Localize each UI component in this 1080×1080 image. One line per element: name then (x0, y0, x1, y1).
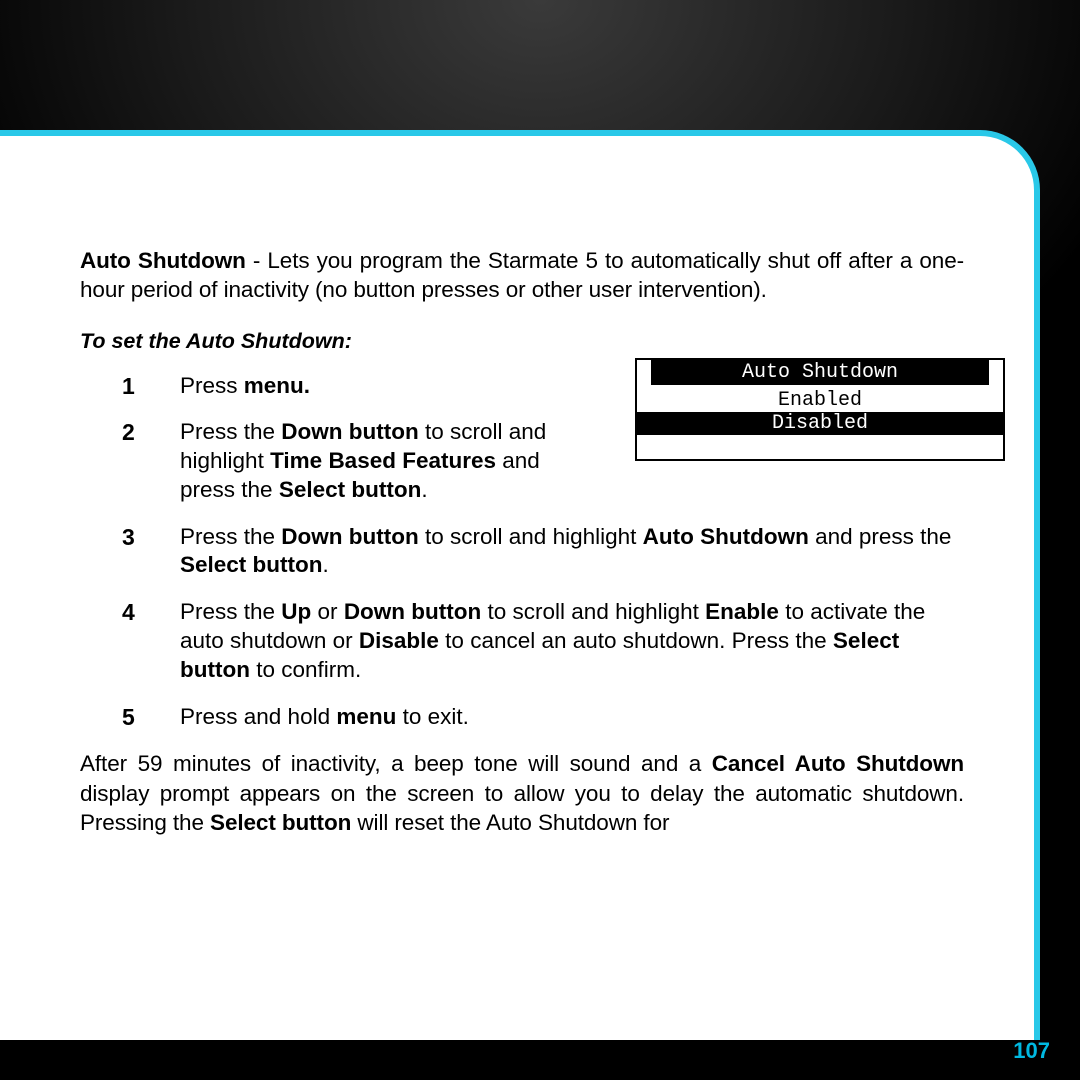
device-option-enabled: Enabled (637, 389, 1003, 412)
step-number: 3 (122, 523, 135, 552)
note-paragraph: After 59 minutes of inactivity, a beep t… (80, 749, 964, 837)
step-number: 5 (122, 703, 135, 732)
page-number: 107 (1013, 1038, 1050, 1064)
step-number: 2 (122, 418, 135, 447)
step-4: 4 Press the Up or Down button to scroll … (180, 598, 964, 684)
step-number: 1 (122, 372, 135, 401)
device-option-disabled: Disabled (637, 412, 1003, 435)
step-3: 3 Press the Down button to scroll and hi… (180, 523, 964, 581)
intro-paragraph: Auto Shutdown - Lets you program the Sta… (80, 246, 964, 305)
device-title: Auto Shutdown (651, 360, 989, 385)
feature-name: Auto Shutdown (80, 248, 246, 273)
step-5: 5 Press and hold menu to exit. (180, 703, 964, 732)
manual-page: Auto Shutdown - Lets you program the Sta… (0, 130, 1040, 1040)
step-number: 4 (122, 598, 135, 627)
subheading: To set the Auto Shutdown: (80, 329, 964, 354)
device-screen: Auto Shutdown Enabled Disabled (635, 358, 1005, 461)
